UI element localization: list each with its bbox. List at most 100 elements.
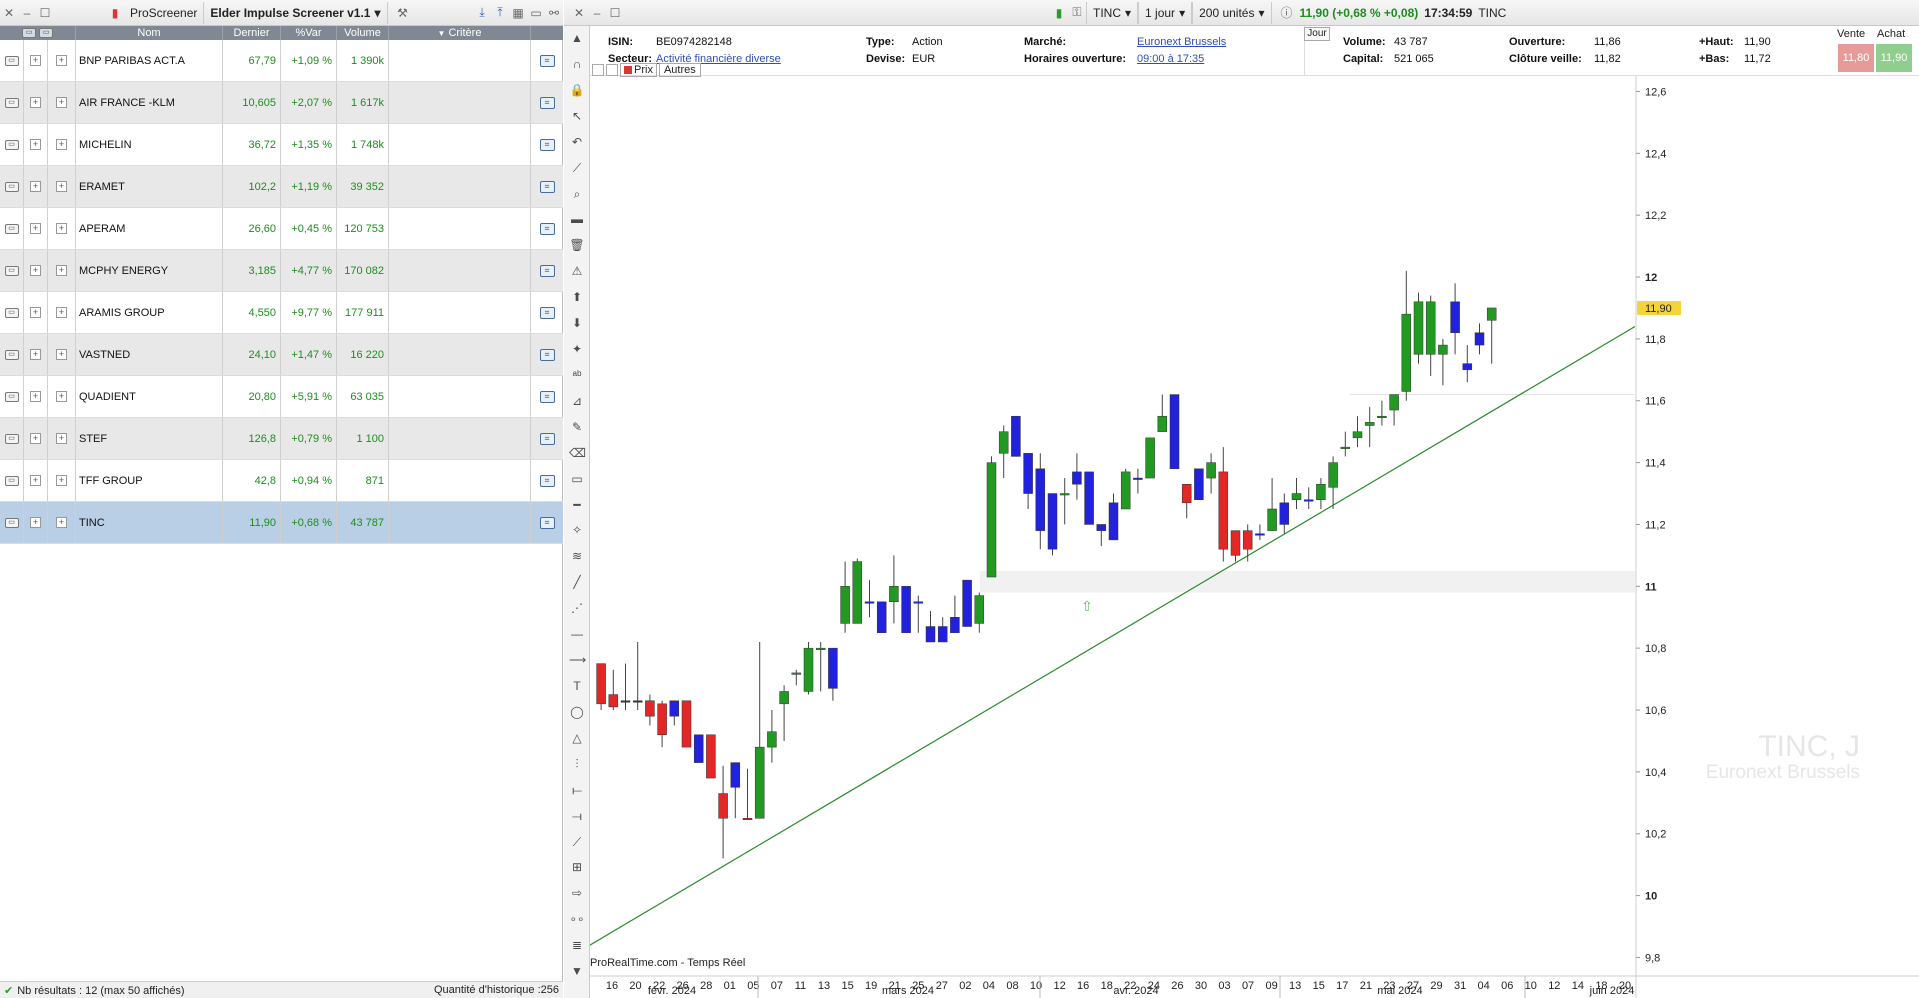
line-icon[interactable]: ╱ [569, 574, 585, 590]
cursor-icon[interactable]: ↖ [569, 108, 585, 124]
fan-icon[interactable]: ✧ [569, 522, 585, 538]
upload-icon[interactable]: ⤒ [491, 4, 509, 22]
alert-icon[interactable]: ⚠ [569, 263, 585, 279]
add-icon[interactable]: + [30, 181, 41, 192]
screen-icon[interactable]: ▭ [4, 433, 19, 444]
hours-link[interactable]: 09:00 à 17:35 [1137, 53, 1204, 65]
table-icon[interactable]: ≣ [569, 937, 585, 953]
minimize-icon[interactable]: – [588, 4, 606, 22]
alert-icon[interactable]: + [56, 349, 67, 360]
column-var[interactable]: %Var [281, 26, 337, 40]
panel-icon[interactable]: ▭ [527, 4, 545, 22]
table-row[interactable]: ▭ + + TFF GROUP 42,8 +0,94 % 871 ⌗ [0, 460, 563, 502]
maximize-icon[interactable]: ☐ [606, 4, 624, 22]
table-row[interactable]: ▭ + + ERAMET 102,2 +1,19 % 39 352 ⌗ [0, 166, 563, 208]
screen-icon[interactable]: ▭ [4, 475, 19, 486]
table-row[interactable]: ▭ + + MCPHY ENERGY 3,185 +4,77 % 170 082 ⌗ [0, 250, 563, 292]
fib-icon[interactable]: ⊿ [569, 393, 585, 409]
table-row[interactable]: ▭ + + VASTNED 24,10 +1,47 % 16 220 ⌗ [0, 334, 563, 376]
line3-icon[interactable]: ⟞ [569, 808, 585, 824]
alert-icon[interactable]: + [56, 265, 67, 276]
stars-icon[interactable]: ✦ [569, 341, 585, 357]
add-icon[interactable]: + [30, 433, 41, 444]
eraser-icon[interactable]: ⌫ [569, 445, 586, 461]
add-icon[interactable]: + [30, 307, 41, 318]
pencil-icon[interactable]: ✎ [569, 419, 585, 435]
rectangle-icon[interactable]: ▭ [569, 471, 585, 487]
add-icon[interactable]: + [30, 391, 41, 402]
lock-icon[interactable]: 🔒 [569, 82, 585, 98]
alert-icon[interactable]: + [56, 181, 67, 192]
table-row[interactable]: ▭ + + TINC 11,90 +0,68 % 43 787 ⌗ [0, 502, 563, 544]
pitchfork-icon[interactable]: ⫶ [569, 756, 585, 772]
column-volume[interactable]: Volume [337, 26, 389, 40]
alert-icon[interactable]: + [56, 55, 67, 66]
chart-icon[interactable]: ⌗ [539, 306, 555, 319]
screener-select[interactable]: Elder Impulse Screener v1.1 ▾ [203, 1, 388, 24]
zoom-icon[interactable]: ⌕ [569, 186, 585, 202]
screen-icon[interactable]: ▭ [4, 517, 19, 528]
chart-icon[interactable]: ⌗ [539, 348, 555, 361]
price-chart[interactable]: ⇧ 9,8 10 10,2 10,4 10,6 10,8 11 11,2 11,4 11,6 11,… [590, 76, 1919, 998]
alert-icon[interactable]: + [56, 391, 67, 402]
chart-icon[interactable]: ⌗ [539, 54, 555, 67]
chart-icon[interactable]: ⌗ [539, 390, 555, 403]
add-icon[interactable]: + [30, 265, 41, 276]
tab-price[interactable]: Prix [620, 63, 657, 77]
info-icon[interactable]: ⓘ [1278, 4, 1296, 22]
candlestick-icon[interactable]: ▮ [1050, 4, 1068, 22]
screen-icon[interactable]: ▭ [4, 181, 19, 192]
hline-icon[interactable]: ━ [569, 497, 585, 513]
ticker-select[interactable]: TINC ▾ [1086, 1, 1139, 24]
add-icon[interactable]: + [30, 349, 41, 360]
column-criteria[interactable]: ▼ Critère [389, 26, 531, 40]
sort-down-icon[interactable]: ⤓ [473, 4, 491, 22]
text-icon[interactable]: T [569, 678, 585, 694]
column-name[interactable]: Nom [76, 26, 223, 40]
trash-icon[interactable]: 🗑 [569, 237, 585, 253]
chart-settings-icon[interactable] [592, 64, 604, 76]
add-icon[interactable]: + [30, 55, 41, 66]
screen-icon[interactable]: ▭ [4, 391, 19, 402]
alert-icon[interactable]: + [56, 475, 67, 486]
alert-icon[interactable]: + [56, 433, 67, 444]
chart-icon[interactable]: ⌗ [539, 474, 555, 487]
table-row[interactable]: ▭ + + QUADIENT 20,80 +5,91 % 63 035 ⌗ [0, 376, 563, 418]
screen-icon[interactable]: ▭ [4, 97, 19, 108]
alert-icon[interactable]: + [56, 223, 67, 234]
alert-icon[interactable]: + [56, 139, 67, 150]
jour-tab[interactable]: Jour [1304, 27, 1330, 41]
market-link[interactable]: Euronext Brussels [1137, 36, 1226, 48]
table-row[interactable]: ▭ + + APERAM 26,60 +0,45 % 120 753 ⌗ [0, 208, 563, 250]
add-icon[interactable]: + [30, 475, 41, 486]
close-icon[interactable]: ✕ [570, 4, 588, 22]
minimize-icon[interactable]: – [18, 4, 36, 22]
lock-icon[interactable]: ⚿ [1068, 4, 1086, 22]
candlestick-icon[interactable]: ▮ [106, 4, 124, 22]
chart-icon[interactable]: ⌗ [539, 180, 555, 193]
chart-icon[interactable]: ⌗ [539, 96, 555, 109]
grid-icon[interactable]: ▦ [509, 4, 527, 22]
link-icon[interactable]: ⚯ [545, 4, 563, 22]
screen-icon[interactable]: ▭ [4, 307, 19, 318]
alert-icon[interactable]: + [56, 97, 67, 108]
alert-icon[interactable]: + [56, 517, 67, 528]
magnet-icon[interactable]: ∩ [569, 56, 585, 72]
wrench-icon[interactable]: ⚒ [394, 4, 412, 22]
header-icon-1[interactable]: ▭ [22, 28, 36, 38]
maximize-icon[interactable]: ☐ [36, 4, 54, 22]
line2-icon[interactable]: ⟝ [569, 782, 585, 798]
add-icon[interactable]: + [30, 97, 41, 108]
table-row[interactable]: ▭ + + AIR FRANCE -KLM 10,605 +2,07 % 1 617k ⌗ [0, 82, 563, 124]
table-row[interactable]: ▭ + + STEF 126,8 +0,79 % 1 100 ⌗ [0, 418, 563, 460]
pattern-icon[interactable]: ⊞ [569, 859, 585, 875]
chart-icon[interactable]: ⌗ [539, 222, 555, 235]
ray-icon[interactable]: ⟶ [569, 652, 586, 668]
screen-icon[interactable]: ▭ [4, 55, 19, 66]
tab-others[interactable]: Autres [658, 63, 701, 77]
units-select[interactable]: 200 unités ▾ [1192, 1, 1272, 24]
sell-button[interactable]: 11,80 [1838, 44, 1874, 72]
ellipse-icon[interactable]: ◯ [569, 704, 585, 720]
chart-icon[interactable]: ⌗ [539, 432, 555, 445]
period-select[interactable]: 1 jour ▾ [1138, 1, 1193, 24]
